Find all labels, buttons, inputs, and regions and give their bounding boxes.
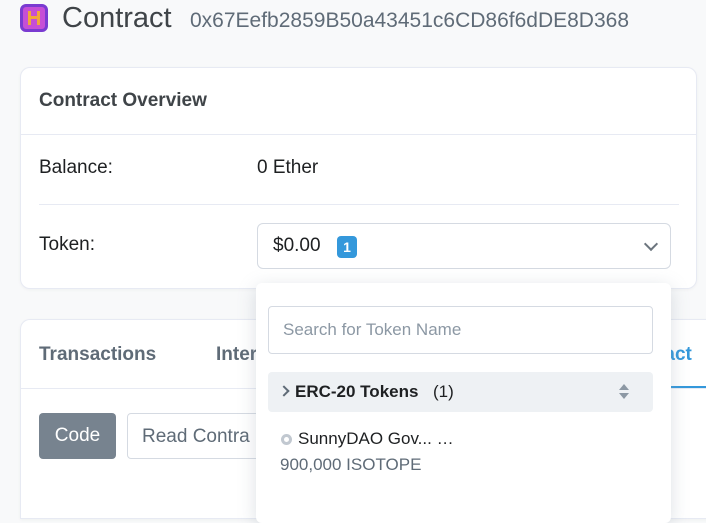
token-amount: 900,000 ISOTOPE — [280, 455, 422, 474]
tab-transactions[interactable]: Transactions — [39, 344, 156, 366]
token-count-badge: 1 — [337, 236, 357, 258]
balance-label: Balance: — [39, 157, 113, 178]
group-count: (1) — [433, 382, 454, 401]
chevron-down-icon — [643, 236, 659, 252]
token-dropdown-menu: ERC-20 Tokens (1) SunnyDAO Gov... … 900,… — [256, 283, 671, 523]
token-name: SunnyDAO Gov... … — [298, 429, 454, 448]
sort-icon[interactable] — [618, 384, 630, 402]
token-list-item[interactable]: SunnyDAO Gov... … 900,000 ISOTOPE — [268, 425, 653, 481]
token-value: $0.00 — [273, 235, 321, 256]
token-logo-icon — [20, 4, 48, 32]
contract-overview-card: Contract Overview Balance: 0 Ether Token… — [20, 67, 697, 289]
overview-header: Contract Overview — [21, 68, 696, 135]
code-button[interactable]: Code — [39, 413, 116, 459]
token-label: Token: — [39, 234, 95, 255]
token-search-input[interactable] — [268, 306, 653, 354]
overview-title: Contract Overview — [39, 90, 207, 111]
token-holdings-dropdown[interactable]: $0.00 1 — [257, 223, 671, 269]
contract-address[interactable]: 0x67Eefb2859B50a43451c6CD86f6dDE8D368 — [190, 9, 629, 33]
erc20-group-header[interactable]: ERC-20 Tokens (1) — [268, 372, 653, 412]
group-title: ERC-20 Tokens — [295, 382, 419, 401]
balance-value: 0 Ether — [257, 157, 319, 178]
token-placeholder-icon — [281, 434, 292, 445]
chevron-right-icon — [278, 385, 290, 397]
tab-internal-txns[interactable]: Inter — [216, 344, 257, 366]
page-title: Contract — [62, 2, 172, 34]
row-divider — [39, 204, 679, 205]
